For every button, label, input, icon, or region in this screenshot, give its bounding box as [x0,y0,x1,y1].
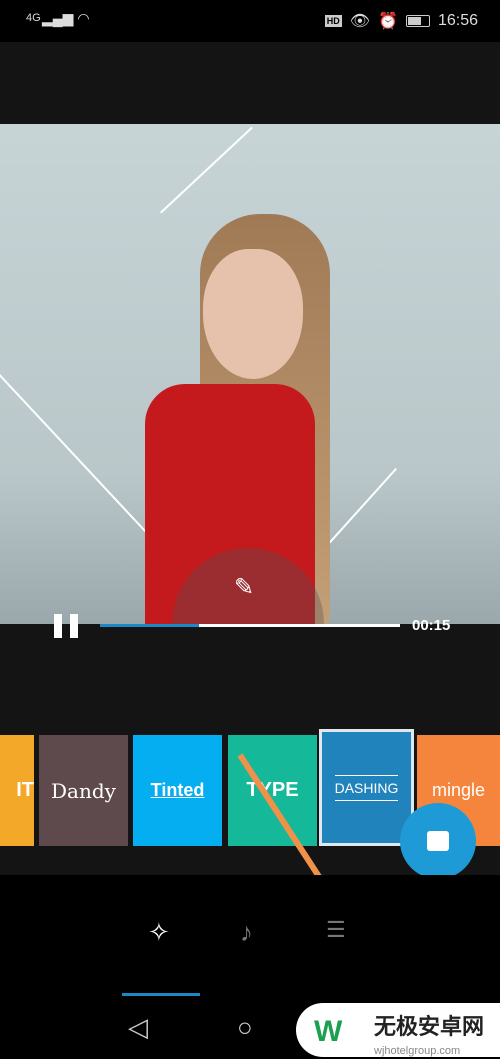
clock: 16:56 [437,12,478,29]
video-editor: ✎ 00:15 IT Dandy Tinted TYPE DASHING min… [0,42,500,875]
hd-icon: HD [324,15,342,27]
battery-icon [405,15,430,27]
bottom-tabs: ✧ ♪ ☰ [0,875,500,996]
watermark: W 无极安卓网 wjhotelgroup.com [296,1003,500,1057]
export-button[interactable] [400,803,476,879]
download-icon [427,831,449,851]
alarm-icon: ⏰ [378,13,398,30]
signal-icon: 4G [26,12,41,24]
pause-button[interactable] [54,614,80,638]
settings-sliders-icon[interactable]: ☰ [326,917,346,943]
eye-icon: 👁 [349,13,371,30]
pencil-icon: ✎ [234,574,255,601]
theme-item[interactable]: Tinted [133,735,222,846]
video-preview[interactable]: ✎ [0,124,500,624]
playback-time: 00:15 [412,617,451,634]
theme-item[interactable]: TYPE [228,735,317,846]
status-bar: 4G ▂▄▆ ◠ HD 👁 ⏰ 16:56 [0,0,500,42]
theme-item[interactable]: Dandy [39,735,128,846]
music-note-icon[interactable]: ♪ [240,917,253,948]
back-icon[interactable]: ◁ [128,1012,148,1043]
wifi-icon: ▂▄▆ ◠ [42,10,90,26]
theme-sparkle-icon[interactable]: ✧ [148,917,170,948]
watermark-logo: W [314,1015,343,1048]
player-controls: 00:15 [0,609,500,645]
theme-item-selected[interactable]: DASHING [319,729,414,846]
theme-item[interactable]: IT [0,735,34,846]
home-icon[interactable]: ○ [237,1012,253,1043]
seek-bar[interactable] [100,624,400,627]
active-tab-indicator [122,993,200,996]
